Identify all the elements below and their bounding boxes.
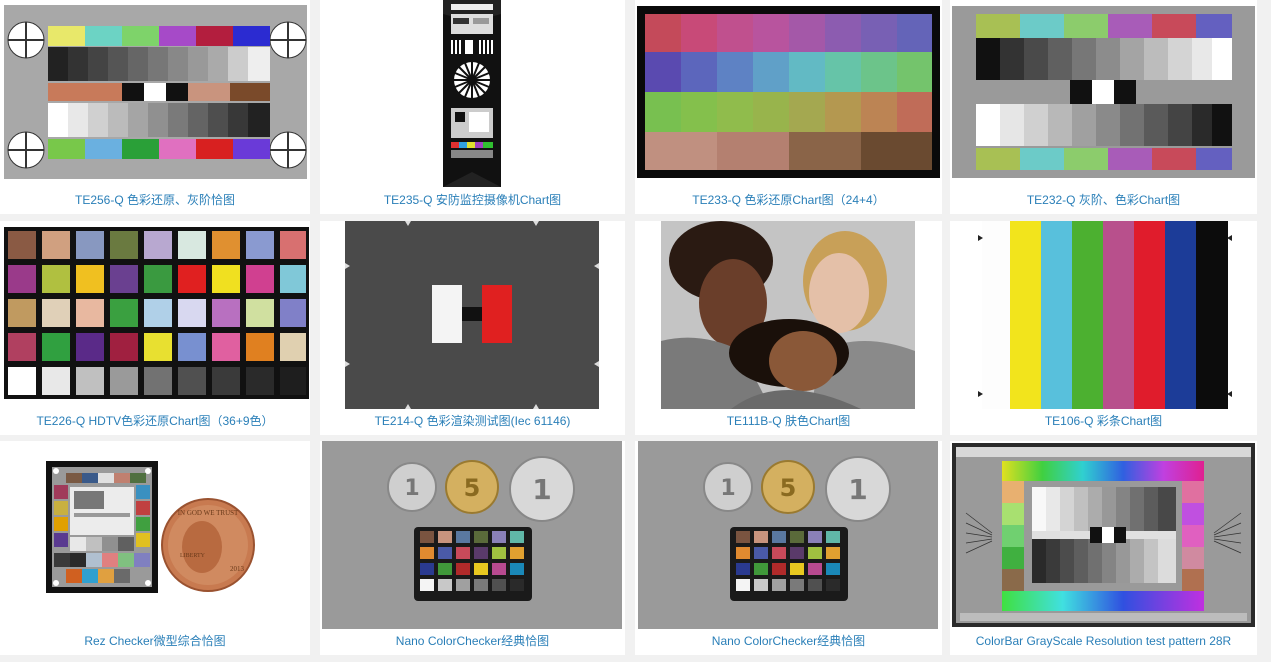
- coin-middle-value: 5: [780, 474, 797, 502]
- penny-word: LIBERTY: [180, 553, 206, 559]
- product-image-te232[interactable]: [952, 6, 1255, 178]
- product-image-te226[interactable]: [4, 227, 309, 399]
- product-caption[interactable]: TE233-Q 色彩还原Chart图（24+4）: [635, 186, 942, 214]
- coin-right-value: 1: [532, 473, 551, 506]
- product-caption[interactable]: TE235-Q 安防监控摄像机Chart图: [320, 186, 625, 214]
- product-card-colorbar-28r[interactable]: ColorBar GrayScale Resolution test patte…: [950, 441, 1257, 655]
- product-card-te214[interactable]: TE214-Q 色彩渲染测试图(Iec 61146): [320, 221, 625, 435]
- product-caption[interactable]: TE256-Q 色彩还原、灰阶恰图: [0, 186, 310, 214]
- product-card-te106[interactable]: TE106-Q 彩条Chart图: [950, 221, 1257, 435]
- product-card-te226[interactable]: TE226-Q HDTV色彩还原Chart图（36+9色）: [0, 221, 310, 435]
- coin-middle-value: 5: [464, 474, 481, 502]
- product-grid: TE256-Q 色彩还原、灰阶恰图 TE235-Q 安防监控摄像机Chart图 …: [0, 0, 1271, 662]
- product-image-te233[interactable]: [637, 6, 940, 178]
- coin-left-value: 1: [720, 476, 735, 501]
- product-image-te256[interactable]: [4, 5, 307, 179]
- product-card-nano-colorchecker-2[interactable]: 1 5 1 Nano ColorChecker经典恰图: [635, 441, 942, 655]
- coin-left-value: 1: [404, 476, 419, 501]
- product-caption[interactable]: TE232-Q 灰阶、色彩Chart图: [950, 186, 1257, 214]
- product-image-te235[interactable]: [443, 0, 501, 187]
- penny-motto: IN GOD WE TRUST: [178, 509, 239, 517]
- product-card-te256[interactable]: TE256-Q 色彩还原、灰阶恰图: [0, 0, 310, 214]
- product-card-nano-colorchecker-1[interactable]: 1 5 1 Nano ColorChecker经典恰图: [320, 441, 625, 655]
- product-card-te232[interactable]: TE232-Q 灰阶、色彩Chart图: [950, 0, 1257, 214]
- product-caption[interactable]: ColorBar GrayScale Resolution test patte…: [950, 627, 1257, 655]
- product-image-nano-colorchecker-1[interactable]: 1 5 1: [322, 441, 622, 629]
- product-caption[interactable]: TE106-Q 彩条Chart图: [950, 407, 1257, 435]
- product-caption[interactable]: TE111B-Q 肤色Chart图: [635, 407, 942, 435]
- product-image-te111b[interactable]: [661, 221, 915, 409]
- product-image-te106[interactable]: [978, 221, 1232, 409]
- product-card-rez-checker[interactable]: IN GOD WE TRUST LIBERTY 2013 Rez Checker…: [0, 441, 310, 655]
- product-card-te111b[interactable]: TE111B-Q 肤色Chart图: [635, 221, 942, 435]
- product-caption[interactable]: TE226-Q HDTV色彩还原Chart图（36+9色）: [0, 407, 310, 435]
- product-caption[interactable]: Rez Checker微型综合恰图: [0, 627, 310, 655]
- product-card-te235[interactable]: TE235-Q 安防监控摄像机Chart图: [320, 0, 625, 214]
- product-image-te214[interactable]: [345, 221, 599, 409]
- product-caption[interactable]: TE214-Q 色彩渲染测试图(Iec 61146): [320, 407, 625, 435]
- product-image-nano-colorchecker-2[interactable]: 1 5 1: [638, 441, 938, 629]
- product-image-colorbar-28r[interactable]: [952, 443, 1255, 627]
- product-image-rez-checker[interactable]: IN GOD WE TRUST LIBERTY 2013: [30, 455, 280, 605]
- product-card-te233[interactable]: TE233-Q 色彩还原Chart图（24+4）: [635, 0, 942, 214]
- coin-right-value: 1: [848, 473, 867, 506]
- product-caption[interactable]: Nano ColorChecker经典恰图: [635, 627, 942, 655]
- product-caption[interactable]: Nano ColorChecker经典恰图: [320, 627, 625, 655]
- penny-year: 2013: [230, 565, 245, 573]
